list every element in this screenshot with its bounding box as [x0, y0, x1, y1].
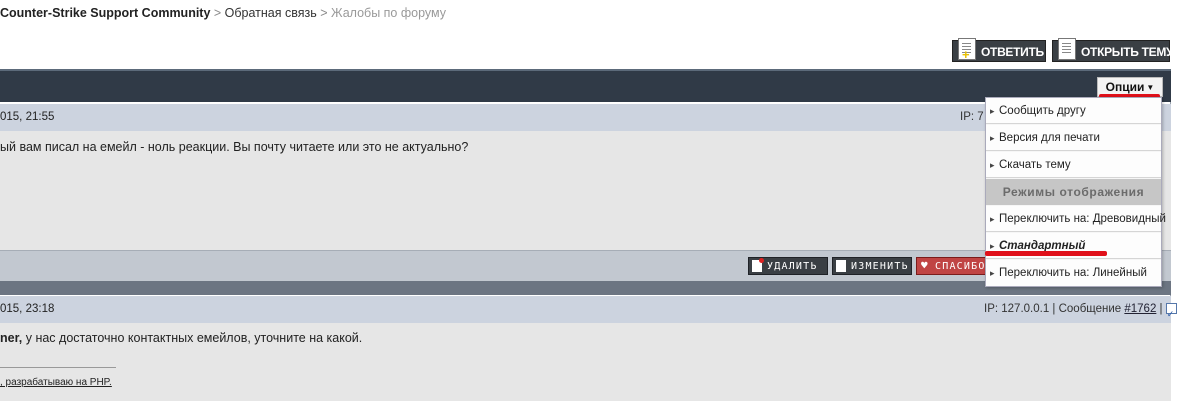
post-number-link[interactable]: #1762 — [1124, 303, 1156, 315]
signature-divider — [0, 367, 116, 368]
menu-item-linear-mode[interactable]: Переключить на: Линейный — [986, 260, 1161, 286]
reply-button[interactable]: + ОТВЕТИТЬ — [952, 38, 1046, 62]
options-menu: Сообщить другу Версия для печати Скачать… — [985, 97, 1166, 287]
post-author-mention[interactable]: ner, — [0, 331, 22, 345]
menu-item-print-version[interactable]: Версия для печати — [986, 125, 1161, 151]
thanks-button[interactable]: ♥ СПАСИБО — [916, 257, 992, 275]
select-post-checkbox[interactable] — [1165, 301, 1177, 328]
post-ip-text: IP: 7 — [960, 111, 984, 123]
post-body: ner, у нас достаточно контактных емейлов… — [0, 323, 1171, 401]
breadcrumb-section-link[interactable]: Обратная связь — [225, 6, 317, 20]
post-text: ner, у нас достаточно контактных емейлов… — [0, 331, 362, 345]
document-icon — [1058, 38, 1076, 60]
edit-icon — [836, 260, 846, 272]
breadcrumb-separator: > — [210, 6, 225, 20]
delete-label: УДАЛИТЬ — [767, 261, 818, 272]
breadcrumb-current[interactable]: Жалобы по форуму — [331, 6, 446, 20]
post-text-body: у нас достаточно контактных емейлов, уто… — [22, 331, 363, 345]
breadcrumb-forum-link[interactable]: Counter-Strike Support Community — [0, 6, 210, 20]
caret-down-icon: ▼ — [1146, 82, 1155, 92]
heart-icon: ♥ — [921, 259, 929, 272]
document-icon: + — [958, 38, 976, 61]
post-ip-separator: | — [1156, 303, 1166, 315]
menu-item-download-topic[interactable]: Скачать тему — [986, 152, 1161, 178]
delete-post-button[interactable]: УДАЛИТЬ — [748, 257, 828, 275]
menu-section-header: Режимы отображения — [986, 179, 1161, 205]
thanks-label: СПАСИБО — [935, 261, 986, 272]
options-label: Опции — [1105, 80, 1145, 94]
menu-item-tree-mode[interactable]: Переключить на: Древовидный — [986, 206, 1166, 232]
post-date: 015, 21:55 — [0, 111, 55, 123]
edit-post-button[interactable]: ИЗМЕНИТЬ — [832, 257, 912, 275]
red-underline-mark — [985, 251, 1107, 256]
reply-button-label: ОТВЕТИТЬ — [981, 45, 1044, 59]
post-header: 015, 23:18 IP: 127.0.0.1 | Сообщение #17… — [0, 296, 1177, 328]
post-ip-text: IP: 127.0.0.1 | Сообщение — [984, 303, 1125, 315]
post-date: 015, 23:18 — [0, 303, 55, 315]
post-ip: IP: 7 — [960, 104, 984, 131]
edit-label: ИЗМЕНИТЬ — [851, 261, 909, 272]
delete-icon — [752, 258, 764, 272]
breadcrumb: Counter-Strike Support Community > Обрат… — [0, 6, 446, 20]
post-text: ый вам писал на емейл - ноль реакции. Вы… — [0, 140, 469, 154]
new-topic-button[interactable]: ОТКРЫТЬ ТЕМУ — [1052, 38, 1174, 62]
breadcrumb-separator: > — [316, 6, 332, 20]
signature-link[interactable]: , разрабатываю на PHP. — [0, 377, 112, 388]
menu-item-send-to-friend[interactable]: Сообщить другу — [986, 98, 1161, 124]
post-ip: IP: 127.0.0.1 | Сообщение #1762 | — [984, 296, 1177, 328]
new-topic-button-label: ОТКРЫТЬ ТЕМУ — [1081, 45, 1174, 59]
